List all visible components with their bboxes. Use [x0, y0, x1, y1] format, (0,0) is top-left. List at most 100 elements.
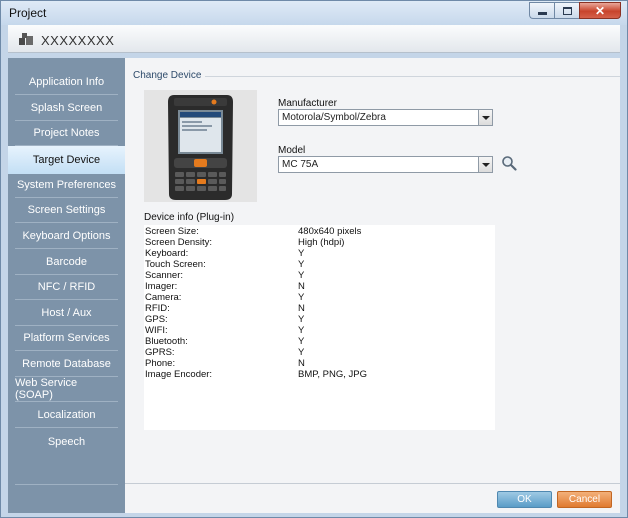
project-window: Project ✕ XXXXXXXX Application Info Spla…: [0, 0, 628, 518]
info-value: BMP, PNG, JPG: [298, 369, 367, 380]
info-row: GPS: Y: [144, 314, 495, 325]
info-row: Imager: N: [144, 281, 495, 292]
info-row: Image Encoder: BMP, PNG, JPG: [144, 369, 495, 380]
manufacturer-dropdown-button[interactable]: [478, 110, 492, 125]
group-divider: [195, 76, 620, 77]
close-button[interactable]: ✕: [579, 2, 621, 19]
info-value: Y: [298, 347, 305, 358]
sidebar-item-target-device[interactable]: Target Device: [8, 146, 125, 174]
info-key: WIFI:: [145, 325, 168, 336]
info-value: Y: [298, 259, 305, 270]
sidebar-item-localization[interactable]: Localization: [15, 403, 118, 428]
group-title: Change Device: [133, 70, 206, 81]
minimize-button[interactable]: [529, 2, 554, 19]
footer-divider: [125, 483, 620, 484]
info-row: WIFI: Y: [144, 325, 495, 336]
sidebar-item-label: Screen Settings: [27, 204, 106, 216]
sidebar-item-nfc-rfid[interactable]: NFC / RFID: [15, 275, 118, 300]
info-key: Image Encoder:: [145, 369, 213, 380]
sidebar-item-project-notes[interactable]: Project Notes: [15, 121, 118, 146]
sidebar-item-label: Remote Database: [22, 358, 111, 370]
info-key: Camera:: [145, 292, 182, 303]
sidebar-item-label: NFC / RFID: [37, 281, 96, 293]
info-row: GPRS: Y: [144, 347, 495, 358]
info-value: Y: [298, 325, 305, 336]
info-row: Screen Size: 480x640 pixels: [144, 226, 495, 237]
device-info-panel: Screen Size: 480x640 pixels Screen Densit…: [144, 225, 495, 430]
device-info-title: Device info (Plug-in): [144, 212, 235, 223]
model-label: Model: [278, 145, 306, 156]
project-icon: [19, 33, 33, 45]
info-value: N: [298, 358, 305, 369]
model-dropdown-button[interactable]: [478, 157, 492, 172]
sidebar-item-label: System Preferences: [16, 179, 117, 191]
title-bar[interactable]: Project ✕: [1, 1, 627, 25]
sidebar-item-label: Barcode: [46, 256, 87, 268]
info-row: RFID: N: [144, 303, 495, 314]
info-key: Phone:: [145, 358, 176, 369]
info-key: GPRS:: [145, 347, 175, 358]
chevron-down-icon: [481, 162, 490, 167]
info-row: Camera: Y: [144, 292, 495, 303]
minimize-icon: [530, 3, 554, 18]
info-key: Bluetooth:: [145, 336, 188, 347]
manufacturer-select[interactable]: Motorola/Symbol/Zebra: [278, 109, 493, 126]
maximize-icon: [555, 3, 579, 18]
sidebar-item-label: Web Service (SOAP): [15, 377, 78, 401]
sidebar-item-system-preferences[interactable]: System Preferences: [15, 173, 118, 198]
sidebar-item-application-info[interactable]: Application Info: [15, 70, 118, 95]
sidebar-item-splash-screen[interactable]: Splash Screen: [15, 96, 118, 121]
cancel-button[interactable]: Cancel: [557, 491, 612, 508]
sidebar-item-remote-database[interactable]: Remote Database: [15, 352, 118, 377]
info-value: High (hdpi): [298, 237, 345, 248]
sidebar-item-label: Host / Aux: [41, 307, 92, 319]
model-value: MC 75A: [282, 159, 319, 170]
info-key: Keyboard:: [145, 248, 189, 259]
sidebar-item-platform-services[interactable]: Platform Services: [15, 326, 118, 351]
info-value: N: [298, 303, 305, 314]
info-key: Screen Density:: [145, 237, 213, 248]
sidebar-item-web-service-soap[interactable]: Web Service (SOAP): [15, 377, 118, 402]
sidebar-item-barcode[interactable]: Barcode: [15, 250, 118, 275]
sidebar-item-speech[interactable]: Speech: [15, 429, 118, 454]
info-value: Y: [298, 314, 305, 325]
model-select[interactable]: MC 75A: [278, 156, 493, 173]
info-row: Scanner: Y: [144, 270, 495, 281]
info-key: GPS:: [145, 314, 168, 325]
manufacturer-value: Motorola/Symbol/Zebra: [282, 112, 386, 123]
info-value: Y: [298, 248, 305, 259]
info-value: N: [298, 281, 305, 292]
sidebar-item-label: Target Device: [32, 154, 101, 166]
sidebar-item-screen-settings[interactable]: Screen Settings: [15, 198, 118, 223]
maximize-button[interactable]: [554, 2, 579, 19]
sidebar-item-label: Application Info: [28, 76, 105, 88]
device-image: [144, 90, 257, 202]
info-row: Phone: N: [144, 358, 495, 369]
sidebar-item-label: Splash Screen: [30, 102, 103, 114]
info-key: Screen Size:: [145, 226, 199, 237]
ok-button[interactable]: OK: [497, 491, 552, 508]
info-value: Y: [298, 336, 305, 347]
info-key: Scanner:: [145, 270, 184, 281]
sidebar-divider: [15, 484, 118, 485]
window-title: Project: [9, 6, 47, 20]
info-key: Imager:: [145, 281, 178, 292]
info-row: Keyboard: Y: [144, 248, 495, 259]
info-value: Y: [298, 292, 305, 303]
info-row: Screen Density: High (hdpi): [144, 237, 495, 248]
info-row: Bluetooth: Y: [144, 336, 495, 347]
sidebar-item-keyboard-options[interactable]: Keyboard Options: [15, 224, 118, 249]
sidebar-item-label: Keyboard Options: [22, 230, 111, 242]
main-panel: Change Device Manufacturer Motorola/Symb…: [125, 58, 620, 513]
info-row: Touch Screen: Y: [144, 259, 495, 270]
chevron-down-icon: [481, 115, 490, 120]
info-value: Y: [298, 270, 305, 281]
close-icon: ✕: [594, 3, 606, 18]
magnifier-icon[interactable]: [501, 155, 517, 171]
sidebar-item-label: Localization: [37, 409, 96, 421]
sidebar-item-host-aux[interactable]: Host / Aux: [15, 301, 118, 326]
project-name: XXXXXXXX: [41, 33, 115, 48]
manufacturer-label: Manufacturer: [278, 98, 337, 109]
info-key: RFID:: [145, 303, 170, 314]
info-key: Touch Screen:: [145, 259, 206, 270]
